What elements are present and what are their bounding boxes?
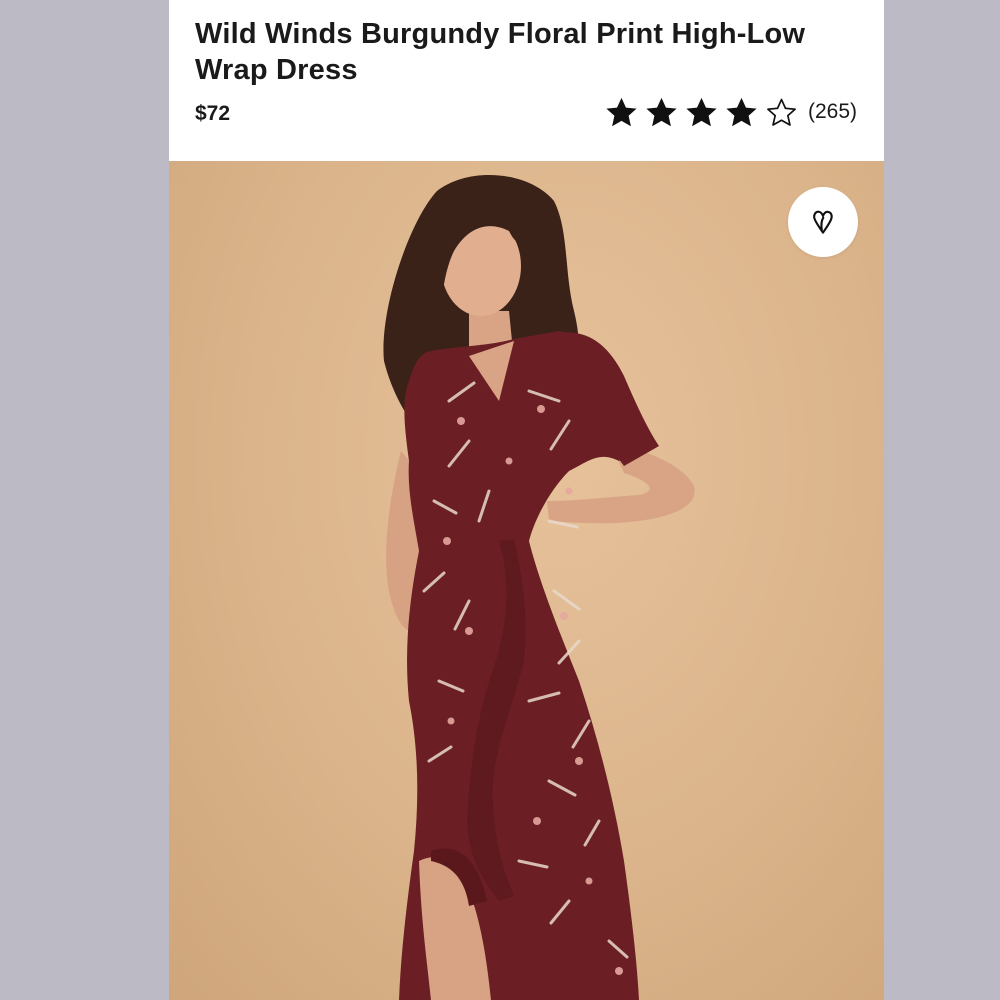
heart-icon [813,210,833,234]
star-empty-icon [767,98,796,126]
star-filled-icon [686,97,717,126]
product-photo[interactable] [169,161,884,1000]
star-filled-icon [646,97,677,126]
model-image [383,174,695,1000]
favorite-button[interactable] [788,187,858,257]
review-count: (265) [807,100,857,123]
star-filled-icon [726,97,757,126]
product-card: Wild Winds Burgundy Floral Print High-Lo… [169,0,884,1000]
product-header: Wild Winds Burgundy Floral Print High-Lo… [169,0,884,161]
product-price: $72 [195,102,231,125]
product-title: Wild Winds Burgundy Floral Print High-Lo… [195,18,806,86]
rating[interactable]: (265) [603,94,857,130]
star-filled-icon [606,97,637,126]
